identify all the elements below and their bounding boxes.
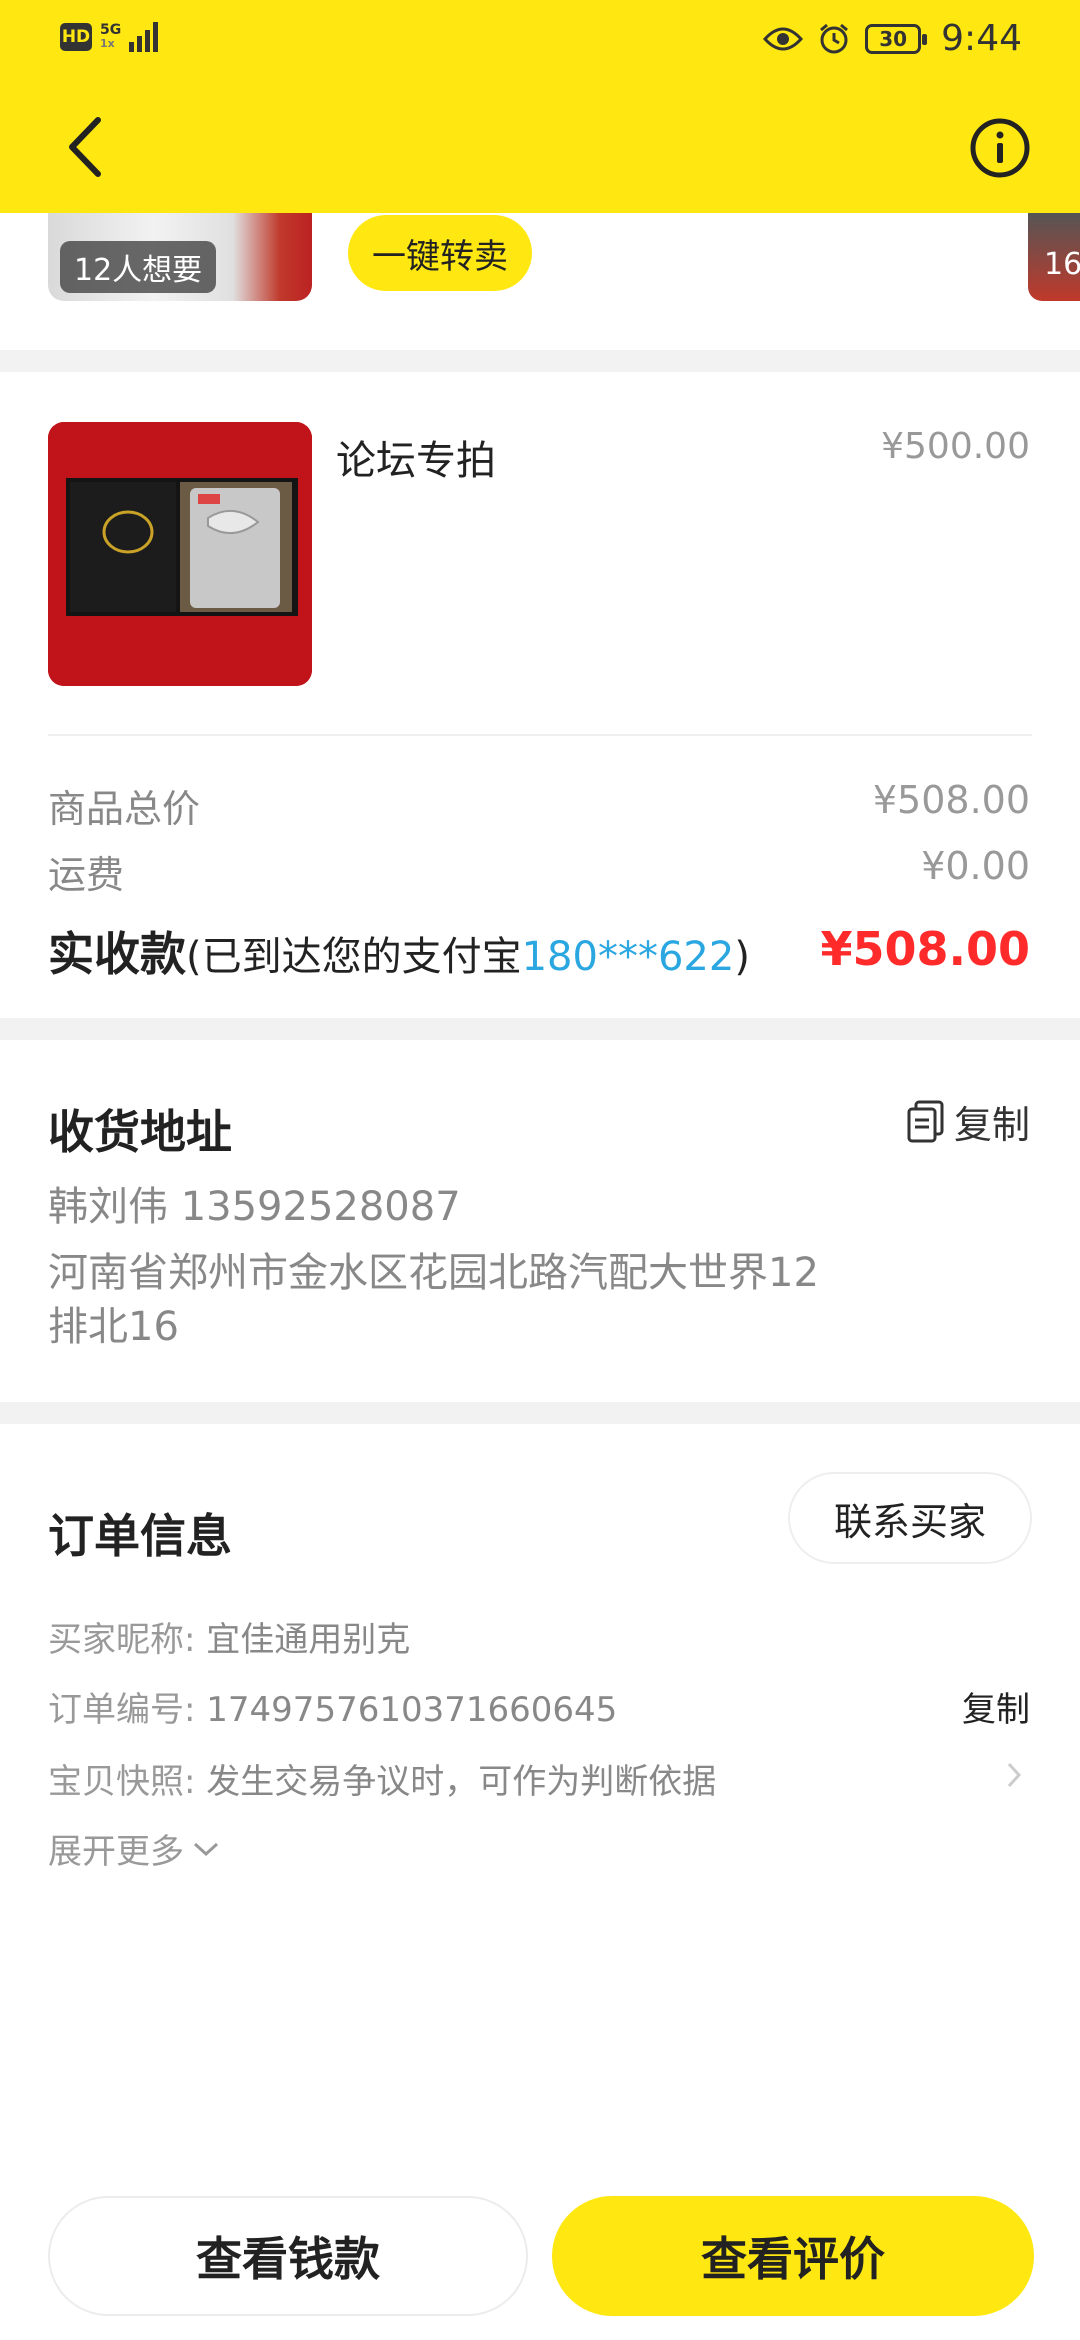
order-no-label: 订单编号: (48, 1690, 196, 1730)
recommend-strip: 12人想要 一键转卖 16 (0, 213, 1080, 348)
clock: 9:44 (941, 18, 1022, 59)
hd-icon: HD (60, 23, 92, 51)
section-divider (0, 350, 1080, 372)
recommend-thumbnail[interactable]: 12人想要 (48, 213, 312, 301)
view-review-button[interactable]: 查看评价 (552, 2196, 1034, 2316)
received-line: 实收款(已到达您的支付宝180***622) (48, 918, 750, 984)
back-button[interactable] (58, 112, 118, 182)
recommend-thumbnail-right[interactable]: 16 (1028, 213, 1080, 301)
total-price-label: 商品总价 (48, 787, 201, 831)
network-indicator: 5G 1x (100, 23, 121, 51)
expand-more-button[interactable]: 展开更多 (48, 1824, 220, 1873)
address-copy-button[interactable]: 复制 (906, 1094, 1030, 1149)
copy-label: 复制 (953, 1103, 1030, 1147)
address-title: 收货地址 (48, 1105, 232, 1159)
section-divider (0, 1402, 1080, 1424)
battery-level: 30 (879, 26, 908, 51)
expand-label: 展开更多 (48, 1832, 184, 1872)
order-no-copy-button[interactable]: 复制 (962, 1682, 1030, 1731)
status-left: HD 5G 1x (60, 22, 159, 52)
right-thumb-text: 16 (1044, 247, 1080, 282)
order-info-card: 订单信息 联系买家 买家昵称: 宜佳通用别克 订单编号: 17497576103… (0, 1424, 1080, 1872)
card-divider (48, 734, 1032, 736)
alarm-icon (820, 23, 849, 53)
signal-icon (129, 22, 159, 52)
buyer-value: 宜佳通用别克 (206, 1620, 411, 1660)
want-count-badge: 12人想要 (60, 241, 217, 293)
snapshot-row[interactable]: 宝贝快照: 发生交易争议时，可作为判断依据 (48, 1754, 716, 1803)
network-type: 5G (100, 22, 122, 38)
copy-icon (907, 1100, 944, 1142)
order-detail-page: HD 5G 1x 30 9:44 12人想要 一键转卖 16 论坛专拍 ¥500… (0, 0, 1080, 2340)
product-price: ¥500.00 (881, 426, 1030, 467)
received-amount: ¥508.00 (820, 922, 1030, 976)
total-price-value: ¥508.00 (872, 778, 1030, 822)
product-title: 论坛专拍 (336, 438, 496, 484)
received-label: 实收款 (48, 927, 186, 981)
buyer-nickname-row: 买家昵称: 宜佳通用别克 (48, 1612, 410, 1661)
product-card: 论坛专拍 ¥500.00 商品总价 ¥508.00 运费 ¥0.00 实收款(已… (0, 372, 1080, 1018)
received-note-suffix: ) (734, 934, 750, 980)
eye-icon (763, 27, 804, 50)
status-right: 30 9:44 (763, 18, 1022, 59)
buyer-label: 买家昵称: (48, 1620, 196, 1660)
snapshot-value: 发生交易争议时，可作为判断依据 (206, 1762, 717, 1802)
received-note-prefix: (已到达您的支付宝 (186, 934, 522, 980)
order-no-value: 1749757610371660645 (206, 1690, 618, 1730)
snapshot-label: 宝贝快照: (48, 1762, 196, 1802)
network-sub: 1x (100, 37, 115, 50)
order-number-row: 订单编号: 1749757610371660645 (48, 1682, 617, 1731)
info-button[interactable] (968, 116, 1032, 180)
shipping-label: 运费 (48, 853, 125, 897)
product-image[interactable] (48, 422, 312, 686)
header-bar: HD 5G 1x 30 9:44 (0, 0, 1080, 213)
resell-button[interactable]: 一键转卖 (348, 215, 532, 291)
address-card: 收货地址 复制 韩刘伟 13592528087 河南省郑州市金水区花园北路汽配大… (0, 1040, 1080, 1402)
shipping-value: ¥0.00 (921, 844, 1030, 888)
info-icon (970, 118, 1030, 178)
address-line-2: 排北16 (48, 1304, 179, 1350)
contact-buyer-button[interactable]: 联系买家 (788, 1472, 1032, 1564)
battery-icon: 30 (865, 23, 928, 54)
address-line-1: 河南省郑州市金水区花园北路汽配大世界12 (48, 1250, 819, 1296)
section-divider (0, 1018, 1080, 1040)
chevron-left-icon (69, 117, 101, 177)
view-money-button[interactable]: 查看钱款 (48, 2196, 528, 2316)
chevron-right-icon (1007, 1762, 1022, 1788)
recipient-name-phone: 韩刘伟 13592528087 (48, 1184, 461, 1230)
lighter-box-icon (48, 422, 312, 686)
chevron-down-icon (193, 1842, 219, 1856)
alipay-account: 180***622 (521, 934, 735, 980)
order-info-title: 订单信息 (48, 1509, 232, 1563)
